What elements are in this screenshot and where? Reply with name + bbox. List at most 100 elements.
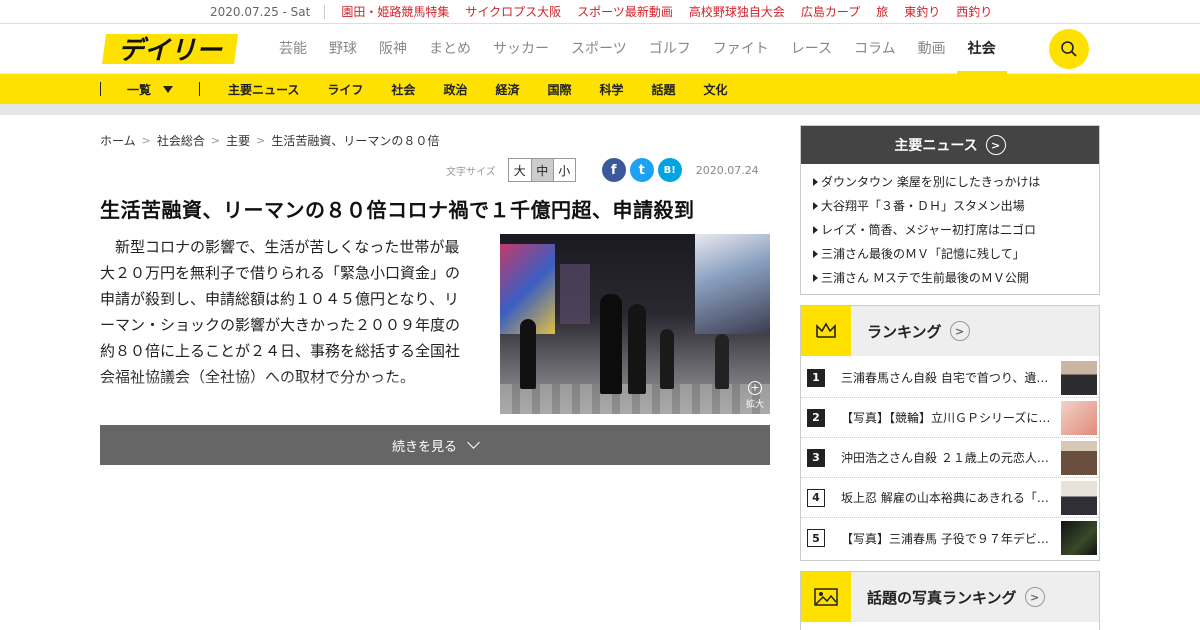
- top-link[interactable]: 広島カープ: [801, 3, 860, 20]
- zoom-label: 拡大: [745, 400, 764, 410]
- nav-item[interactable]: 芸能: [268, 24, 318, 74]
- category-dropdown[interactable]: 一覧: [100, 82, 200, 97]
- subnav-item[interactable]: 社会: [391, 81, 415, 98]
- site-logo[interactable]: デイリー: [100, 32, 240, 66]
- ranking-box: ランキング > 1 三浦春馬さん自殺 自宅で首つり、遺書… 2 【写真】【競輪】…: [800, 305, 1100, 561]
- twitter-share-icon[interactable]: t: [629, 158, 654, 182]
- chevron-right-icon: >: [141, 134, 151, 147]
- rank-number: 5: [807, 529, 825, 547]
- ranking-headline: 【写真】三浦春馬 子役で９７年デビ…: [841, 531, 1049, 546]
- category-dropdown-label: 一覧: [126, 82, 151, 97]
- hatena-bookmark-icon[interactable]: B!: [657, 158, 682, 182]
- font-size-small[interactable]: 小: [552, 159, 575, 181]
- ranking-item[interactable]: 1 三浦春馬さん自殺 自宅で首つり、遺書…: [801, 358, 1099, 398]
- search-button[interactable]: [1049, 29, 1089, 69]
- nav-item[interactable]: ファイト: [702, 24, 780, 74]
- ranking-thumbnail: [1061, 440, 1097, 475]
- photo-ranking-title: 話題の写真ランキング: [867, 588, 1017, 607]
- sidebar: 主要ニュース > ダウンタウン 楽屋を別にしたきっかけは 大谷翔平「３番・ＤＨ」…: [800, 125, 1100, 630]
- top-link[interactable]: サイクロプス大阪: [465, 3, 561, 20]
- main-news-header[interactable]: 主要ニュース >: [801, 126, 1099, 164]
- top-link[interactable]: 旅: [876, 3, 888, 20]
- breadcrumb-item[interactable]: 主要: [226, 132, 250, 149]
- current-date: 2020.07.25 - Sat: [210, 4, 326, 19]
- ranking-title: ランキング: [867, 322, 942, 341]
- subnav-item[interactable]: 経済: [495, 81, 519, 98]
- nav-item[interactable]: ゴルフ: [638, 24, 702, 74]
- building-graphic: [560, 264, 590, 324]
- rank-number: 1: [807, 368, 825, 387]
- pedestrian-graphic: [660, 329, 674, 389]
- nav-item[interactable]: レース: [780, 24, 843, 74]
- article-tools: 文字サイズ 大 中 小 f t B! 2020.07.24: [446, 158, 759, 182]
- news-item[interactable]: 大谷翔平「３番・ＤＨ」スタメン出場: [801, 194, 1099, 218]
- top-link[interactable]: スポーツ最新動画: [577, 3, 673, 20]
- font-size-large[interactable]: 大: [509, 159, 531, 181]
- subnav-item[interactable]: 主要ニュース: [228, 81, 299, 98]
- publish-date: 2020.07.24: [695, 163, 759, 177]
- chevron-right-icon: >: [985, 135, 1006, 155]
- main-news-list: ダウンタウン 楽屋を別にしたきっかけは 大谷翔平「３番・ＤＨ」スタメン出場 レイ…: [801, 164, 1099, 294]
- pedestrian-graphic: [715, 334, 729, 389]
- subnav-item[interactable]: ライフ: [327, 81, 363, 98]
- breadcrumb-item[interactable]: 社会総合: [157, 132, 205, 149]
- font-size-medium[interactable]: 中: [530, 159, 553, 181]
- top-link[interactable]: 高校野球独自大会: [689, 3, 785, 20]
- photo-ranking-header[interactable]: 話題の写真ランキング >: [801, 572, 1099, 622]
- building-graphic: [695, 234, 770, 334]
- top-link[interactable]: 西釣り: [956, 3, 992, 20]
- ranking-thumbnail: [1061, 521, 1097, 555]
- search-icon: [1061, 41, 1077, 57]
- subnav-item[interactable]: 科学: [599, 81, 623, 98]
- breadcrumb-current: 生活苦融資、リーマンの８０倍: [271, 134, 440, 148]
- ranking-item[interactable]: 4 坂上忍 解雇の山本裕典にあきれる「…: [801, 478, 1099, 518]
- main-news-title: 主要ニュース: [894, 138, 978, 154]
- breadcrumb: ホーム > 社会総合 > 主要 > 生活苦融資、リーマンの８０倍: [100, 132, 439, 149]
- rank-number: 3: [807, 448, 825, 467]
- subnav-item[interactable]: 国際: [547, 81, 571, 98]
- subnav-item[interactable]: 話題: [652, 81, 676, 98]
- nav-item[interactable]: コラム: [843, 24, 907, 74]
- ranking-headline: 坂上忍 解雇の山本裕典にあきれる「…: [841, 491, 1049, 505]
- ranking-headline: 【写真】【競輪】立川ＧＰシリーズに…: [841, 411, 1051, 425]
- zoom-button[interactable]: + 拡大: [746, 381, 764, 410]
- subnav-item[interactable]: 政治: [443, 81, 467, 98]
- article-title: 生活苦融資、リーマンの８０倍コロナ禍で１千億円超、申請殺到: [100, 198, 695, 222]
- font-size-label: 文字サイズ: [446, 166, 496, 178]
- nav-item[interactable]: サッカー: [482, 24, 560, 74]
- nav-item-active[interactable]: 社会: [956, 24, 1007, 74]
- nav-item[interactable]: まとめ: [418, 24, 482, 74]
- nav-item[interactable]: スポーツ: [560, 24, 638, 74]
- ranking-item[interactable]: 5 【写真】三浦春馬 子役で９７年デビ…: [801, 518, 1099, 558]
- chevron-right-icon: >: [949, 321, 970, 341]
- image-icon: [801, 572, 851, 622]
- svg-text:デイリー: デイリー: [118, 36, 223, 66]
- logo-mark: デイリー: [102, 33, 238, 66]
- ranking-item[interactable]: 2 【写真】【競輪】立川ＧＰシリーズに…: [801, 398, 1099, 438]
- nav-item[interactable]: 動画: [907, 24, 957, 74]
- share-buttons: f t B!: [601, 158, 682, 182]
- main-news-box: 主要ニュース > ダウンタウン 楽屋を別にしたきっかけは 大谷翔平「３番・ＤＨ」…: [800, 125, 1100, 295]
- top-link[interactable]: 東釣り: [904, 3, 940, 20]
- rank-number: 4: [807, 488, 825, 507]
- chevron-down-icon: [467, 436, 480, 449]
- facebook-share-icon[interactable]: f: [601, 158, 626, 182]
- news-item[interactable]: レイズ・筒香、メジャー初打席は二ゴロ: [801, 218, 1099, 242]
- read-more-button[interactable]: 続きを見る: [100, 425, 770, 465]
- article-photo[interactable]: + 拡大: [500, 234, 770, 414]
- ranking-item[interactable]: 3 沖田浩之さん自殺 ２１歳上の元恋人…: [801, 438, 1099, 478]
- chevron-right-icon: >: [1024, 587, 1045, 607]
- news-item[interactable]: 三浦さん Ｍステで生前最後のＭＶ公開: [801, 266, 1099, 290]
- ranking-thumbnail: [1061, 400, 1097, 435]
- read-more-label: 続きを見る: [391, 439, 457, 455]
- news-item[interactable]: ダウンタウン 楽屋を別にしたきっかけは: [801, 170, 1099, 194]
- nav-item[interactable]: 野球: [318, 24, 368, 74]
- news-item[interactable]: 三浦さん最後のＭＶ「記憶に残して」: [801, 242, 1099, 266]
- breadcrumb-item[interactable]: ホーム: [100, 132, 136, 149]
- subnav-item[interactable]: 文化: [704, 81, 728, 98]
- nav-item[interactable]: 阪神: [368, 24, 418, 74]
- pedestrian-graphic: [600, 294, 622, 394]
- ranking-header[interactable]: ランキング >: [801, 306, 1099, 356]
- top-link[interactable]: 園田・姫路競馬特集: [341, 3, 449, 20]
- photo-ranking-box: 話題の写真ランキング >: [800, 571, 1100, 630]
